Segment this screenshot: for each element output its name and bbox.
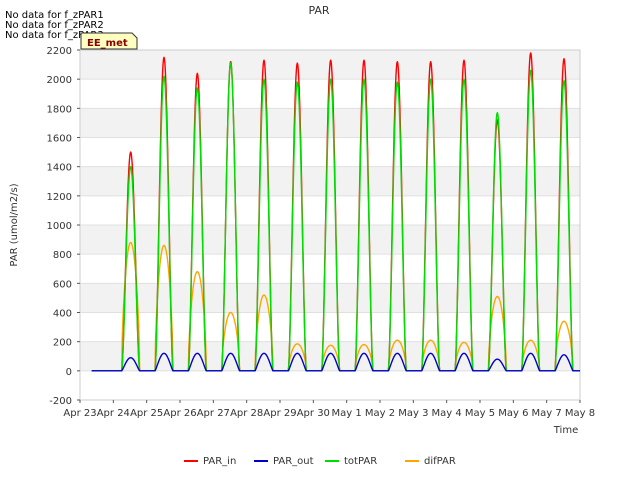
grid-band	[80, 108, 580, 138]
y-tick-label: 0	[66, 367, 72, 378]
grid-band	[80, 225, 580, 255]
y-tick-label: 1600	[47, 134, 72, 145]
x-tick-label: Apr 26	[163, 408, 196, 419]
x-tick-label: May 1	[332, 408, 362, 419]
legend-label: totPAR	[344, 456, 377, 467]
par-chart: -200 0 200 400 600 800 1000 1200 1400 1600 1800 200…	[0, 0, 640, 480]
y-tick-label: 600	[53, 279, 72, 290]
x-tick-label: May 8	[565, 408, 595, 419]
x-tick-label: Apr 24	[97, 408, 130, 419]
x-tick-label: Apr 29	[263, 408, 296, 419]
legend-label: PAR_out	[273, 456, 314, 467]
x-tick-label: May 3	[398, 408, 428, 419]
x-tick-label: Apr 25	[130, 408, 163, 419]
y-tick-label: 200	[53, 338, 72, 349]
x-tick-label: Apr 23	[63, 408, 96, 419]
y-tick-label: 1000	[47, 221, 72, 232]
y-tick-label: 400	[53, 309, 72, 320]
y-tick-label: 2000	[47, 75, 72, 86]
y-tick-label: 1200	[47, 192, 72, 203]
y-tick-label: -200	[49, 396, 72, 407]
chart-title: PAR	[308, 4, 329, 17]
x-tick-label: May 6	[498, 408, 528, 419]
y-tick-label: 2200	[47, 46, 72, 57]
grid-band	[80, 283, 580, 313]
x-tick-label: Apr 30	[297, 408, 330, 419]
legend-label: difPAR	[424, 456, 456, 467]
badge-label: EE_met	[87, 38, 128, 49]
y-tick-label: 1800	[47, 104, 72, 115]
x-axis-title: Time	[553, 425, 578, 436]
x-tick-label: Apr 28	[230, 408, 263, 419]
y-axis-title: PAR (umol/m2/s)	[9, 183, 20, 266]
x-tick-label: May 2	[365, 408, 395, 419]
y-tick-label: 1400	[47, 163, 72, 174]
y-tick-label: 800	[53, 250, 72, 261]
x-tick-label: May 4	[432, 408, 462, 419]
x-tick-label: Apr 27	[197, 408, 230, 419]
grid-band	[80, 166, 580, 196]
x-tick-label: May 7	[532, 408, 562, 419]
x-tick-label: May 5	[465, 408, 495, 419]
station-badge: EE_met	[80, 32, 138, 50]
legend-label: PAR_in	[203, 456, 236, 467]
